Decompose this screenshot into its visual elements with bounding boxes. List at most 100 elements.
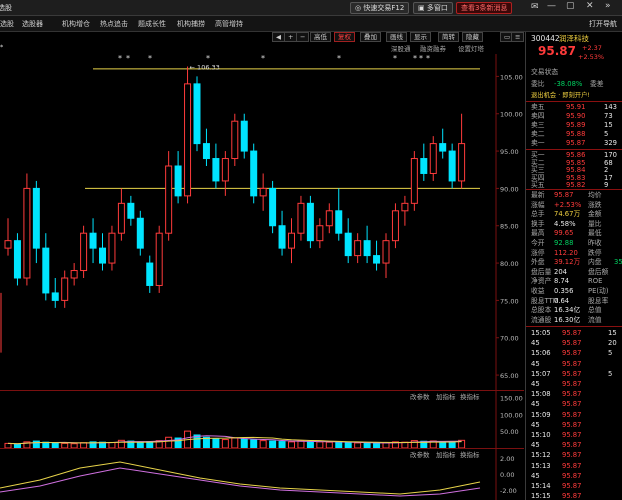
title-bar: 选股 ◎ 快速交易F12 ▣ 多窗口 查看3条新消息 ✉ — ▢ ✕ » — [0, 0, 622, 16]
tick-price: 95.87 — [562, 349, 582, 358]
toolbar-draw[interactable]: 画线 — [386, 32, 407, 42]
volume-bar — [231, 437, 239, 448]
stat-row: 盘后量 204 盘后额 — [526, 268, 622, 277]
quick-trade-button[interactable]: ◎ 快速交易F12 — [350, 2, 410, 14]
promo-tag-text: 退出机会 · 即刻开户! — [531, 92, 590, 99]
stat-label: 总值 — [588, 306, 602, 315]
ask-row: 卖五 95.91 143 — [526, 103, 622, 112]
stat-row: 今开 92.88 昨收 — [526, 239, 622, 248]
tick-price: 95.87 — [562, 359, 582, 368]
close-icon[interactable]: ✕ — [586, 1, 594, 11]
menu-item-1[interactable]: 选股器 — [22, 19, 43, 29]
tick-price: 95.87 — [562, 410, 582, 419]
indicator-line-2 — [0, 467, 481, 497]
indicator-tick-label: 2.00 — [500, 455, 514, 463]
multi-window-button[interactable]: ▣ 多窗口 — [413, 2, 453, 14]
maximize-icon[interactable]: ▢ — [566, 1, 575, 11]
toolbar-convert[interactable]: 简转 — [438, 32, 459, 42]
multi-window-label: 多窗口 — [426, 4, 448, 12]
volume-bar — [165, 436, 173, 448]
menu-item-2[interactable]: 机构增仓 — [62, 19, 90, 29]
stat-value: 16.34亿 — [554, 306, 581, 315]
stat-value: 16.30亿 — [554, 315, 581, 324]
subbar-item-2[interactable]: 设置灯塔 — [458, 43, 484, 53]
candlestick-chart[interactable]: 105.00 100.00 95.00 90.00 85.00 80.00 75.00 70.… — [0, 54, 524, 390]
event-star-mark: * — [261, 54, 265, 63]
stat-label: 跌停 — [588, 248, 602, 257]
ask-row: 卖一 95.87 329 — [526, 139, 622, 148]
menu-item-0[interactable]: 选股 — [0, 19, 14, 29]
tick-time: 15:06 — [531, 349, 551, 358]
chart-toolbar: ◀ + − 高低 复权 叠加 画线 显示 简转 隐藏 ▭ ≡ — [0, 32, 525, 43]
tick-time: 15:09 — [531, 410, 551, 419]
tick-volume: 15 — [608, 329, 617, 337]
toolbar-overlay[interactable]: 叠加 — [360, 32, 381, 42]
stat-label: 股息率 — [588, 296, 609, 305]
menu-item-5[interactable]: 机构捕捞 — [177, 19, 205, 29]
tick-price: 95.87 — [562, 420, 582, 429]
subbar-item-1[interactable]: 融资融券 — [420, 43, 446, 53]
tick-time: 45 — [531, 380, 540, 388]
tick-price: 95.87 — [562, 482, 582, 490]
toolbar-expand-icon[interactable]: ≡ — [511, 32, 525, 42]
stat-value: 92.88 — [554, 239, 574, 247]
volume-chart[interactable]: 150.00 100.00 50.00 改参数 加指标 换指标 — [0, 390, 524, 448]
subbar-item-0[interactable]: 深股通 — [391, 43, 411, 53]
menu-item-4[interactable]: 题成长性 — [138, 19, 166, 29]
stat-label: 今开 — [531, 239, 545, 247]
news-button[interactable]: 查看3条新消息 — [456, 2, 513, 14]
tick-time: 15:12 — [531, 451, 551, 460]
stat-label: 涨停 — [531, 248, 545, 257]
ask-row: 卖二 95.88 5 — [526, 130, 622, 139]
event-star-mark: * — [337, 54, 341, 63]
stat-label: 量比 — [588, 219, 602, 228]
tick-price: 95.87 — [562, 380, 582, 388]
menu-item-3[interactable]: 热点追击 — [100, 19, 128, 29]
open-nav-label[interactable]: 打开导航 — [589, 19, 617, 29]
ask-price: 95.90 — [566, 112, 586, 120]
toolbar-display[interactable]: 显示 — [410, 32, 431, 42]
tick-time: 15:15 — [531, 492, 551, 500]
more-icon[interactable]: » — [605, 1, 611, 11]
tick-price: 95.87 — [562, 492, 582, 500]
promo-tag[interactable]: 退出机会 · 即刻开户! — [526, 91, 622, 100]
volume-bar — [221, 439, 229, 448]
toolbar-gaodi[interactable]: 高低 — [310, 32, 331, 42]
stat-row: 净资产 8.74 ROE — [526, 277, 622, 286]
stat-label: 涨幅 — [531, 200, 545, 209]
price-tick-label: 90.00 — [500, 185, 519, 193]
menu-item-6[interactable]: 高管增持 — [215, 19, 243, 29]
stat-label: 流通股 — [531, 315, 552, 324]
tick-time: 45 — [531, 339, 540, 348]
candle — [250, 143, 258, 204]
candle — [231, 113, 239, 166]
volume-bar — [240, 438, 248, 448]
tick-price: 95.87 — [562, 369, 582, 378]
tick-price: 95.87 — [562, 390, 582, 399]
candle — [155, 225, 163, 293]
toolbar-hide[interactable]: 隐藏 — [462, 32, 483, 42]
event-star-mark: * — [426, 54, 430, 63]
ask-row: 卖四 95.90 73 — [526, 112, 622, 121]
indicator-chart[interactable]: 4.002.000.00-2.00改参数加指标换指标 — [0, 448, 524, 500]
volume-bar — [259, 440, 267, 448]
tick-row: 15:09 95.87 — [526, 411, 622, 420]
bid-label: 买五 — [531, 181, 545, 190]
stat-label: PE(动) — [588, 287, 609, 295]
tick-row: 45 95.87 — [526, 421, 622, 430]
volume-tick-label: 150.00 — [500, 394, 523, 402]
mail-icon[interactable]: ✉ — [531, 2, 539, 12]
stat-value: 95.87 — [554, 191, 574, 199]
volume-bar — [212, 438, 220, 448]
zoom-out-button[interactable]: − — [296, 32, 310, 42]
minimize-icon[interactable]: — — [547, 1, 556, 11]
stat-label: 最新 — [531, 191, 545, 199]
stat-row: 换手 4.58% 量比 — [526, 220, 622, 229]
quote-header: 300442 润泽科技 — [526, 34, 622, 43]
stat-value: 0.356 — [554, 287, 574, 295]
stat-value: 0.64 — [554, 296, 570, 305]
toolbar-fuquan[interactable]: 复权 — [334, 32, 355, 42]
tick-row: 15:05 95.87 15 — [526, 329, 622, 338]
stat-value: 74.67万 — [554, 210, 581, 219]
candle — [184, 66, 192, 204]
